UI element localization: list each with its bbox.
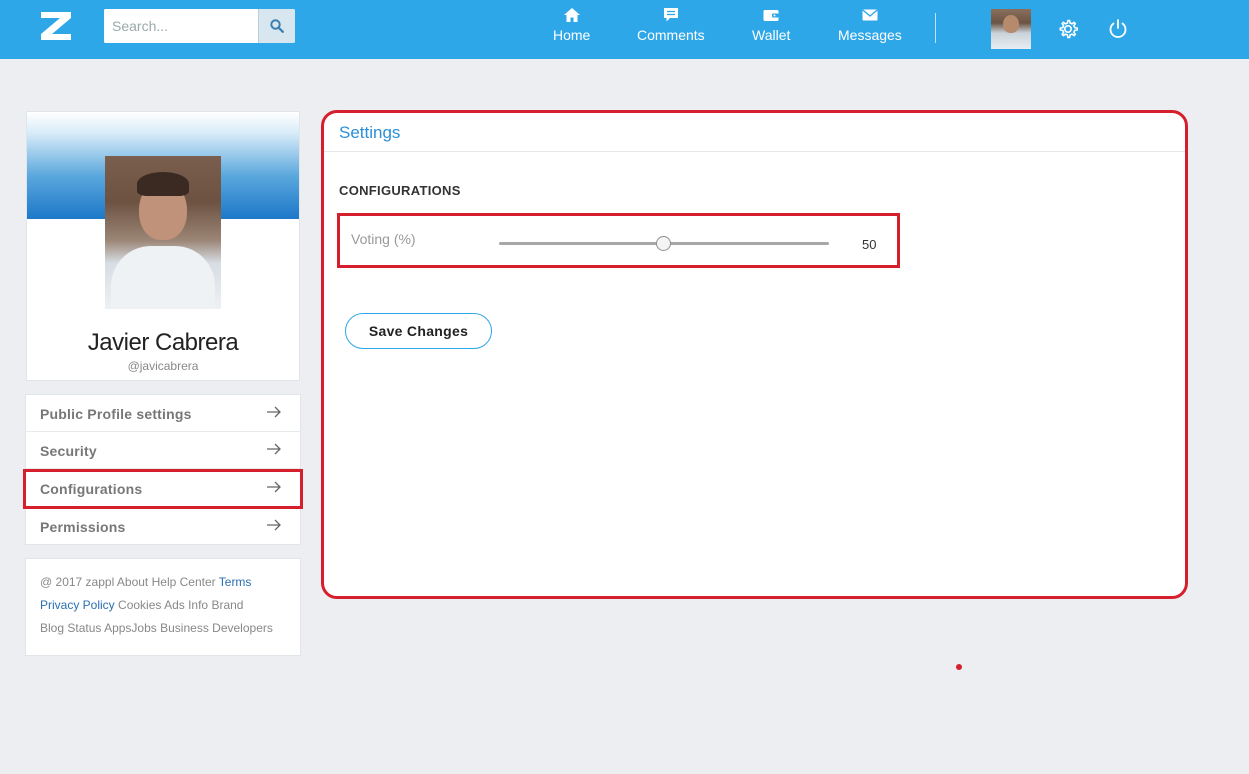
search-button[interactable] bbox=[258, 9, 295, 43]
page-title: Settings bbox=[339, 123, 401, 142]
profile-photo[interactable] bbox=[105, 156, 221, 309]
footer-line-2: Privacy Policy Cookies Ads Info Brand bbox=[40, 594, 286, 617]
nav-home[interactable]: Home bbox=[553, 6, 590, 43]
save-changes-button[interactable]: Save Changes bbox=[345, 313, 492, 349]
menu-item-security[interactable]: Security bbox=[26, 432, 300, 469]
footer-link-ads[interactable]: Ads Info bbox=[164, 598, 208, 612]
envelope-icon bbox=[862, 9, 878, 21]
photo-body-shape bbox=[111, 246, 215, 309]
settings-panel: Settings CONFIGURATIONS Voting (%) 50 Sa… bbox=[321, 110, 1188, 599]
voting-value: 50 bbox=[862, 237, 877, 252]
user-avatar[interactable] bbox=[991, 9, 1031, 49]
nav-wallet[interactable]: Wallet bbox=[752, 6, 790, 43]
nav-home-label: Home bbox=[553, 27, 591, 43]
footer-link-blog[interactable]: Blog bbox=[40, 621, 64, 635]
menu-item-label: Public Profile settings bbox=[40, 406, 192, 422]
footer-link-terms[interactable]: Terms bbox=[219, 575, 252, 589]
nav-messages-label: Messages bbox=[838, 27, 902, 43]
comment-icon bbox=[663, 8, 678, 22]
nav-divider bbox=[935, 13, 936, 43]
zappl-logo-icon[interactable] bbox=[38, 10, 74, 42]
configurations-highlight-box bbox=[23, 469, 303, 509]
search-icon bbox=[270, 19, 284, 33]
footer-links: @ 2017 zappl About Help Center Terms Pri… bbox=[25, 558, 301, 656]
footer-line-1: @ 2017 zappl About Help Center Terms bbox=[40, 571, 286, 594]
power-icon[interactable] bbox=[1107, 18, 1129, 40]
arrow-right-icon bbox=[267, 519, 281, 531]
arrow-right-icon bbox=[267, 443, 281, 455]
voting-slider-thumb[interactable] bbox=[656, 236, 671, 251]
nav-wallet-label: Wallet bbox=[752, 27, 791, 43]
profile-card: Javier Cabrera @javicabrera bbox=[26, 111, 300, 381]
menu-item-public-profile[interactable]: Public Profile settings bbox=[26, 395, 300, 432]
menu-item-label: Permissions bbox=[40, 519, 126, 535]
footer-link-developers[interactable]: Developers bbox=[212, 621, 273, 635]
menu-item-permissions[interactable]: Permissions bbox=[26, 508, 300, 545]
nav-comments[interactable]: Comments bbox=[637, 6, 705, 43]
section-heading: CONFIGURATIONS bbox=[339, 183, 461, 198]
footer-link-about[interactable]: About bbox=[117, 575, 148, 589]
gear-icon[interactable] bbox=[1057, 18, 1079, 40]
nav-comments-label: Comments bbox=[637, 27, 705, 43]
menu-item-label: Security bbox=[40, 443, 97, 459]
annotation-dot bbox=[956, 664, 962, 670]
photo-hair-shape bbox=[137, 172, 189, 196]
footer-link-business[interactable]: Business bbox=[160, 621, 209, 635]
search-box bbox=[104, 9, 295, 43]
footer-link-cookies[interactable]: Cookies bbox=[118, 598, 161, 612]
footer-line-3: Blog Status AppsJobs Business Developers bbox=[40, 617, 286, 640]
footer-link-brand[interactable]: Brand bbox=[211, 598, 243, 612]
profile-handle: @javicabrera bbox=[127, 359, 199, 373]
voting-label: Voting (%) bbox=[351, 231, 416, 247]
voting-setting-row: Voting (%) 50 bbox=[337, 213, 900, 268]
profile-name: Javier Cabrera bbox=[87, 329, 239, 356]
footer-copyright: @ 2017 zappl bbox=[40, 575, 115, 589]
search-input[interactable] bbox=[104, 9, 258, 43]
footer-link-help[interactable]: Help Center bbox=[152, 575, 216, 589]
arrow-right-icon bbox=[267, 406, 281, 418]
top-navigation-bar: Home Comments Wallet Messages bbox=[0, 0, 1249, 59]
home-icon bbox=[563, 8, 580, 22]
title-divider bbox=[324, 151, 1185, 152]
footer-link-status[interactable]: Status bbox=[67, 621, 101, 635]
footer-link-privacy[interactable]: Privacy Policy bbox=[40, 598, 115, 612]
nav-messages[interactable]: Messages bbox=[838, 6, 902, 43]
wallet-icon bbox=[763, 10, 779, 21]
footer-link-apps[interactable]: AppsJobs bbox=[104, 621, 157, 635]
avatar-face bbox=[1003, 15, 1019, 33]
